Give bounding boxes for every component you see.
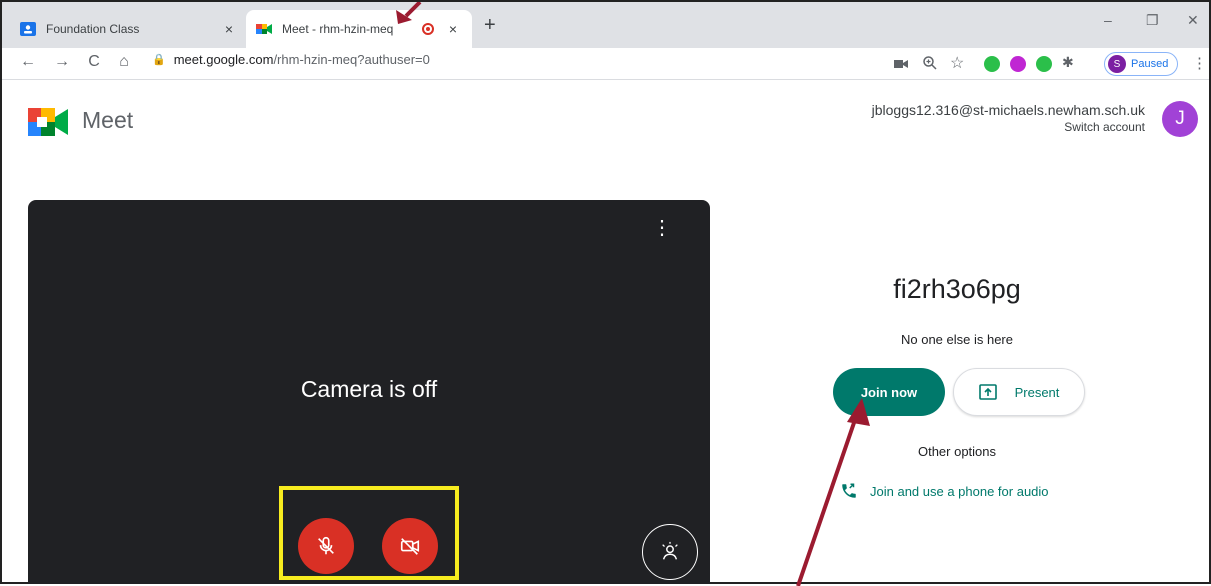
tab-close-icon[interactable]: × <box>444 21 462 37</box>
camera-status-text: Camera is off <box>300 376 438 402</box>
visual-effects-button[interactable] <box>642 524 698 580</box>
account-email: jbloggs12.316@st-michaels.newham.sch.uk <box>871 102 1145 118</box>
controls-highlight-box <box>279 486 459 580</box>
account-info: jbloggs12.316@st-michaels.newham.sch.uk … <box>872 102 1145 134</box>
meet-favicon-icon <box>256 24 272 34</box>
profile-status: Paused <box>1131 58 1169 70</box>
url-path: /rhm-hzin-meq?authuser=0 <box>273 52 430 67</box>
home-icon[interactable]: ⌂ <box>114 53 134 71</box>
zoom-icon[interactable] <box>922 55 938 71</box>
profile-avatar: S <box>1108 55 1126 73</box>
meet-logo-icon <box>28 108 68 136</box>
join-phone-audio-link[interactable]: Join and use a phone for audio <box>840 482 1049 500</box>
tab-close-icon[interactable]: × <box>220 21 238 37</box>
app-name: Meet <box>82 107 134 133</box>
phone-forward-icon <box>842 483 856 498</box>
browser-tab-strip: Foundation Class × Meet - rhm-hzin-meq ×… <box>2 2 1209 48</box>
recording-indicator-icon <box>422 23 434 35</box>
reload-icon[interactable]: C <box>84 53 104 71</box>
browser-menu-icon[interactable]: ⋮ <box>1192 54 1207 72</box>
profile-button[interactable]: S Paused <box>1104 52 1178 76</box>
bookmark-star-icon[interactable]: ☆ <box>950 53 964 73</box>
camera-in-use-icon[interactable] <box>894 58 908 70</box>
tab-title: Foundation Class <box>46 22 140 36</box>
minimize-icon[interactable]: – <box>1104 12 1112 28</box>
phone-audio-label: Join and use a phone for audio <box>870 483 1049 499</box>
extension-grammarly-icon[interactable] <box>1036 56 1052 72</box>
other-options-label: Other options <box>917 444 997 459</box>
browser-toolbar: ← → C ⌂ 🔒 meet.google.com/rhm-hzin-meq?a… <box>2 48 1209 80</box>
restore-icon[interactable]: ❐ <box>1146 12 1159 29</box>
present-button[interactable]: Present <box>953 368 1085 416</box>
tab-title: Meet - rhm-hzin-meq <box>282 22 394 36</box>
extension-grammar-icon[interactable] <box>984 56 1000 72</box>
classroom-favicon-icon <box>20 22 36 36</box>
url-host: meet.google.com <box>173 52 274 67</box>
participants-status: No one else is here <box>900 332 1013 347</box>
window-close-icon[interactable]: ✕ <box>1187 12 1199 29</box>
meeting-code: fi2rh3o6pg <box>893 274 1021 304</box>
forward-icon[interactable]: → <box>52 53 72 71</box>
present-label: Present <box>1014 384 1060 400</box>
address-bar[interactable]: 🔒 meet.google.com/rhm-hzin-meq?authuser=… <box>152 52 430 67</box>
visual-effects-icon <box>662 541 678 560</box>
switch-account-link[interactable]: Switch account <box>872 120 1145 134</box>
join-now-button[interactable]: Join now <box>833 368 945 416</box>
tab-meet[interactable]: Meet - rhm-hzin-meq × <box>246 10 472 48</box>
lock-icon: 🔒 <box>152 54 166 66</box>
tab-foundation-class[interactable]: Foundation Class × <box>10 10 248 48</box>
extension-purple-icon[interactable] <box>1010 56 1026 72</box>
more-options-icon[interactable]: ⋮ <box>652 218 672 238</box>
avatar[interactable]: J <box>1162 101 1198 137</box>
present-screen-icon <box>978 384 997 400</box>
back-icon[interactable]: ← <box>18 53 38 71</box>
extensions-puzzle-icon[interactable]: ✱ <box>1062 54 1074 71</box>
new-tab-button[interactable]: + <box>484 14 496 37</box>
